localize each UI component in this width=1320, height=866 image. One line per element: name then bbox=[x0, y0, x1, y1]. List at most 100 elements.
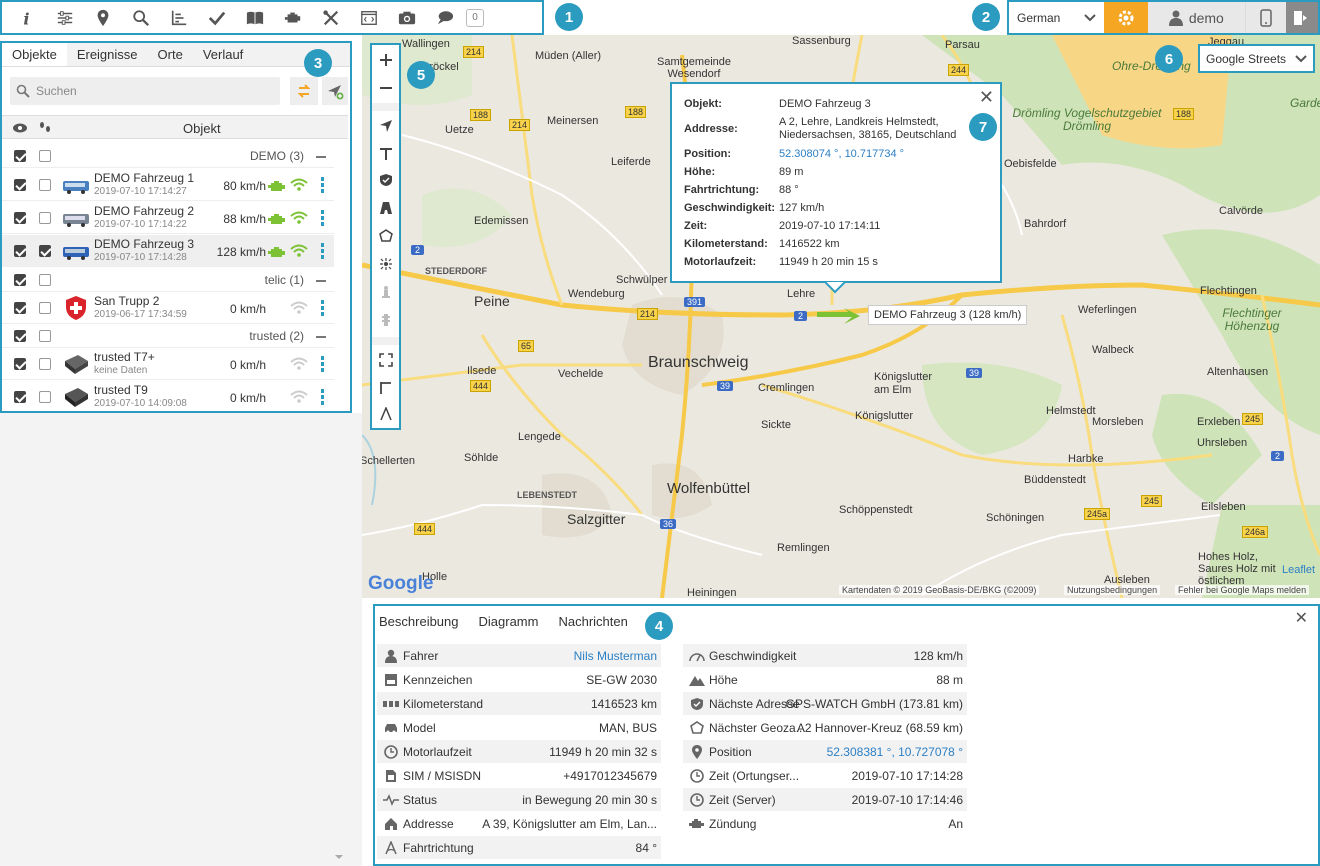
vehicle-row[interactable]: DEMO Fahrzeug 1 2019-07-10 17:14:27 80 k… bbox=[2, 169, 334, 201]
engine-icon[interactable] bbox=[274, 2, 312, 33]
traffic-tool[interactable] bbox=[372, 307, 399, 333]
info-icon[interactable]: i bbox=[8, 2, 46, 33]
group-visible-checkbox[interactable] bbox=[14, 330, 26, 342]
map-label: Eilsleben bbox=[1201, 501, 1246, 513]
group-visible-checkbox[interactable] bbox=[14, 274, 26, 286]
leaflet-link[interactable]: Leaflet bbox=[1282, 564, 1315, 576]
checkmark-icon[interactable] bbox=[198, 2, 236, 33]
tab-diagram[interactable]: Diagramm bbox=[475, 606, 545, 634]
detail-value[interactable]: 52.308381 °, 10.727078 ° bbox=[827, 745, 963, 759]
shield-tool[interactable] bbox=[372, 167, 399, 193]
close-popup-icon[interactable]: ✕ bbox=[979, 87, 994, 108]
search-icon[interactable] bbox=[122, 2, 160, 33]
logout-button[interactable] bbox=[1286, 2, 1318, 33]
scroll-down-icon[interactable] bbox=[332, 852, 346, 862]
tab-objects[interactable]: Objekte bbox=[2, 43, 67, 66]
vehicle-row[interactable]: DEMO Fahrzeug 2 2019-07-10 17:14:22 88 k… bbox=[2, 202, 334, 234]
measure-tool[interactable] bbox=[372, 375, 399, 401]
camera-icon[interactable] bbox=[388, 2, 426, 33]
close-panel-icon[interactable]: ✕ bbox=[1295, 608, 1308, 628]
vehicle-menu-icon[interactable] bbox=[321, 243, 324, 259]
vehicle-menu-icon[interactable] bbox=[321, 210, 324, 226]
map-pin-icon[interactable] bbox=[84, 2, 122, 33]
collapse-icon[interactable] bbox=[316, 280, 326, 282]
vehicle-menu-icon[interactable] bbox=[321, 177, 324, 193]
report-link[interactable]: Fehler bei Google Maps melden bbox=[1175, 585, 1310, 595]
refresh-button[interactable] bbox=[290, 77, 318, 105]
vehicle-row-selected[interactable]: DEMO Fahrzeug 3 2019-07-10 17:14:28 128 … bbox=[2, 235, 334, 267]
vehicle-name: DEMO Fahrzeug 3 bbox=[94, 237, 195, 251]
user-button[interactable]: demo bbox=[1148, 2, 1245, 33]
group-follow-checkbox[interactable] bbox=[39, 274, 51, 286]
detail-value: 128 km/h bbox=[913, 648, 963, 663]
vehicle-visible-checkbox[interactable] bbox=[14, 358, 26, 370]
group-follow-checkbox[interactable] bbox=[39, 330, 51, 342]
vehicle-row[interactable]: trusted T9 2019-07-10 14:09:08 0 km/h bbox=[2, 381, 334, 413]
text-tool[interactable] bbox=[372, 141, 399, 167]
book-icon[interactable] bbox=[236, 2, 274, 33]
settings-sliders-icon[interactable] bbox=[46, 2, 84, 33]
mobile-button[interactable] bbox=[1244, 2, 1287, 33]
angle-tool[interactable] bbox=[372, 401, 399, 427]
vehicle-visible-checkbox[interactable] bbox=[14, 179, 26, 191]
detail-row: Kennzeichen SE-GW 2030 bbox=[377, 668, 661, 691]
vehicle-visible-checkbox[interactable] bbox=[14, 302, 26, 314]
vehicle-follow-checkbox[interactable] bbox=[39, 358, 51, 370]
message-count-badge[interactable]: 0 bbox=[466, 8, 484, 27]
vehicle-menu-icon[interactable] bbox=[321, 389, 324, 405]
map-layer-select[interactable]: Google Streets bbox=[1198, 44, 1315, 73]
vehicle-row[interactable]: San Trupp 2 2019-06-17 17:34:59 0 km/h bbox=[2, 292, 334, 324]
chart-icon[interactable] bbox=[160, 2, 198, 33]
tab-events[interactable]: Ereignisse bbox=[67, 43, 148, 66]
vehicle-follow-checkbox[interactable] bbox=[39, 391, 51, 403]
group-row-telic[interactable]: telic (1) bbox=[2, 268, 334, 292]
vehicle-visible-checkbox[interactable] bbox=[14, 391, 26, 403]
group-row-demo[interactable]: DEMO (3) bbox=[2, 144, 334, 168]
navigate-tool[interactable] bbox=[372, 113, 399, 139]
vehicle-menu-icon[interactable] bbox=[321, 356, 324, 372]
person-tool[interactable] bbox=[372, 279, 399, 305]
group-row-trusted[interactable]: trusted (2) bbox=[2, 324, 334, 348]
settings-button[interactable] bbox=[1104, 2, 1149, 33]
group-visible-checkbox[interactable] bbox=[14, 150, 26, 162]
group-follow-checkbox[interactable] bbox=[39, 150, 51, 162]
detail-value[interactable]: Nils Musterman bbox=[574, 649, 657, 663]
language-select[interactable]: German bbox=[1009, 2, 1104, 33]
detail-label: Höhe bbox=[709, 672, 738, 687]
collapse-icon[interactable] bbox=[316, 336, 326, 338]
vehicle-visible-checkbox[interactable] bbox=[14, 245, 26, 257]
cluster-tool[interactable] bbox=[372, 251, 399, 277]
map-label: Wolfenbüttel bbox=[667, 480, 751, 497]
tab-messages[interactable]: Nachrichten bbox=[554, 606, 633, 634]
top-right-bar: German demo bbox=[1007, 0, 1320, 35]
road-shield: 246a bbox=[1242, 526, 1269, 538]
eye-icon[interactable] bbox=[12, 122, 28, 134]
search-input[interactable]: Suchen bbox=[10, 77, 280, 105]
vehicle-follow-checkbox[interactable] bbox=[39, 179, 51, 191]
add-object-button[interactable] bbox=[322, 77, 348, 105]
code-window-icon[interactable] bbox=[350, 2, 388, 33]
vehicle-menu-icon[interactable] bbox=[321, 300, 324, 316]
tab-description[interactable]: Beschreibung bbox=[375, 606, 465, 634]
tab-history[interactable]: Verlauf bbox=[193, 43, 253, 66]
footprints-icon[interactable] bbox=[38, 121, 52, 135]
detail-label: Position bbox=[709, 744, 752, 759]
detail-value: 1416523 km bbox=[590, 696, 657, 711]
zoom-in-button[interactable] bbox=[372, 47, 399, 73]
zoom-out-button[interactable] bbox=[372, 75, 399, 101]
collapse-icon[interactable] bbox=[316, 156, 326, 158]
plate-icon bbox=[383, 673, 399, 687]
tab-places[interactable]: Orte bbox=[148, 43, 193, 66]
fullscreen-button[interactable] bbox=[372, 347, 399, 373]
vehicle-follow-checkbox[interactable] bbox=[39, 245, 51, 257]
terms-link[interactable]: Nutzungsbedingungen bbox=[1064, 585, 1161, 595]
vehicle-row[interactable]: trusted T7+ keine Daten 0 km/h bbox=[2, 348, 334, 380]
road-shield: 214 bbox=[637, 308, 659, 320]
vehicle-visible-checkbox[interactable] bbox=[14, 212, 26, 224]
vehicle-follow-checkbox[interactable] bbox=[39, 302, 51, 314]
polygon-tool[interactable] bbox=[372, 223, 399, 249]
road-tool[interactable] bbox=[372, 195, 399, 221]
vehicle-follow-checkbox[interactable] bbox=[39, 212, 51, 224]
chat-icon[interactable] bbox=[426, 2, 464, 33]
tools-icon[interactable] bbox=[312, 2, 350, 33]
